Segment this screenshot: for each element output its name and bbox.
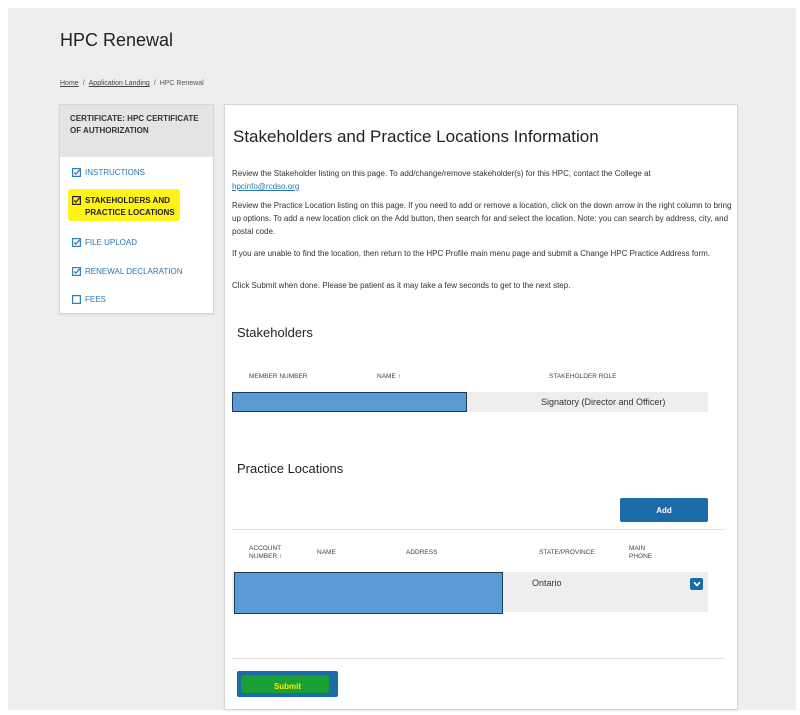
practice-locations-title: Practice Locations xyxy=(237,461,344,476)
checked-square-icon xyxy=(72,196,81,205)
sidebar-header: CERTIFICATE: HPC CERTIFICATE OF AUTHORIZ… xyxy=(60,105,213,157)
empty-square-icon xyxy=(72,295,81,304)
intro-paragraph-2: Review the Practice Location listing on … xyxy=(232,201,732,236)
submit-button[interactable]: Submit xyxy=(237,671,338,697)
intro-paragraph-4: Click Submit when done. Please be patien… xyxy=(232,281,571,290)
sidebar-item-renewal-declaration[interactable]: RENEWAL DECLARATION xyxy=(72,266,183,278)
submit-label: Submit xyxy=(273,681,302,691)
breadcrumb: Home / Application Landing / HPC Renewal xyxy=(60,80,204,87)
col-main-phone: MAIN PHONE xyxy=(629,545,653,560)
add-location-button[interactable]: Add xyxy=(620,498,708,522)
sidebar-item-label: INSTRUCTIONS xyxy=(85,168,145,177)
intro-text-1: Review the Stakeholder listing on this p… xyxy=(232,169,651,178)
email-link[interactable]: hpcinfo@rcdso.org xyxy=(232,182,299,191)
sidebar-item-fees[interactable]: FEES xyxy=(72,294,106,306)
col-name-sort[interactable]: NAME ↑ xyxy=(377,373,401,381)
col-stakeholder-role: STAKEHOLDER ROLE xyxy=(549,373,617,380)
sidebar-item-file-upload[interactable]: FILE UPLOAD xyxy=(72,237,137,249)
sidebar-item-label: STAKEHOLDERS AND PRACTICE LOCATIONS xyxy=(85,196,175,217)
checked-square-icon xyxy=(72,238,81,247)
checked-square-icon xyxy=(72,168,81,177)
intro-paragraph-3: If you are unable to find the location, … xyxy=(232,249,711,258)
col-address: ADDRESS xyxy=(406,549,438,556)
checked-square-icon xyxy=(72,267,81,276)
col-name: NAME xyxy=(317,549,336,556)
page-title: HPC Renewal xyxy=(60,30,174,50)
sidebar-item-label: RENEWAL DECLARATION xyxy=(85,267,183,276)
sidebar-item-stakeholders[interactable]: STAKEHOLDERS AND PRACTICE LOCATIONS xyxy=(72,195,184,219)
divider xyxy=(232,529,725,530)
col-member-number: MEMBER NUMBER xyxy=(249,373,308,380)
chevron-down-icon xyxy=(692,581,701,587)
redacted-location xyxy=(234,572,503,614)
main-panel: Stakeholders and Practice Locations Info… xyxy=(224,104,738,710)
stakeholder-role-cell: Signatory (Director and Officer) xyxy=(541,397,666,407)
stakeholders-title: Stakeholders xyxy=(237,325,313,340)
sidebar-item-label: FEES xyxy=(85,295,106,304)
redacted-stakeholder xyxy=(232,392,467,412)
row-options-dropdown[interactable] xyxy=(690,578,703,590)
sidebar-item-instructions[interactable]: INSTRUCTIONS xyxy=(72,167,145,179)
col-state-province: STATE/PROVINCE xyxy=(539,549,595,556)
breadcrumb-application-landing-link[interactable]: Application Landing xyxy=(89,80,150,87)
breadcrumb-current: HPC Renewal xyxy=(159,80,204,87)
col-account-number-sort[interactable]: ACCOUNT NUMBER ↑ xyxy=(249,545,289,561)
divider xyxy=(232,658,725,659)
intro-paragraph-1: Review the Stakeholder listing on this p… xyxy=(232,167,732,193)
main-title: Stakeholders and Practice Locations Info… xyxy=(233,127,599,146)
breadcrumb-home-link[interactable]: Home xyxy=(60,80,79,87)
sidebar-item-label: FILE UPLOAD xyxy=(85,238,138,247)
state-cell: Ontario xyxy=(532,578,562,588)
sidebar: CERTIFICATE: HPC CERTIFICATE OF AUTHORIZ… xyxy=(59,104,214,314)
